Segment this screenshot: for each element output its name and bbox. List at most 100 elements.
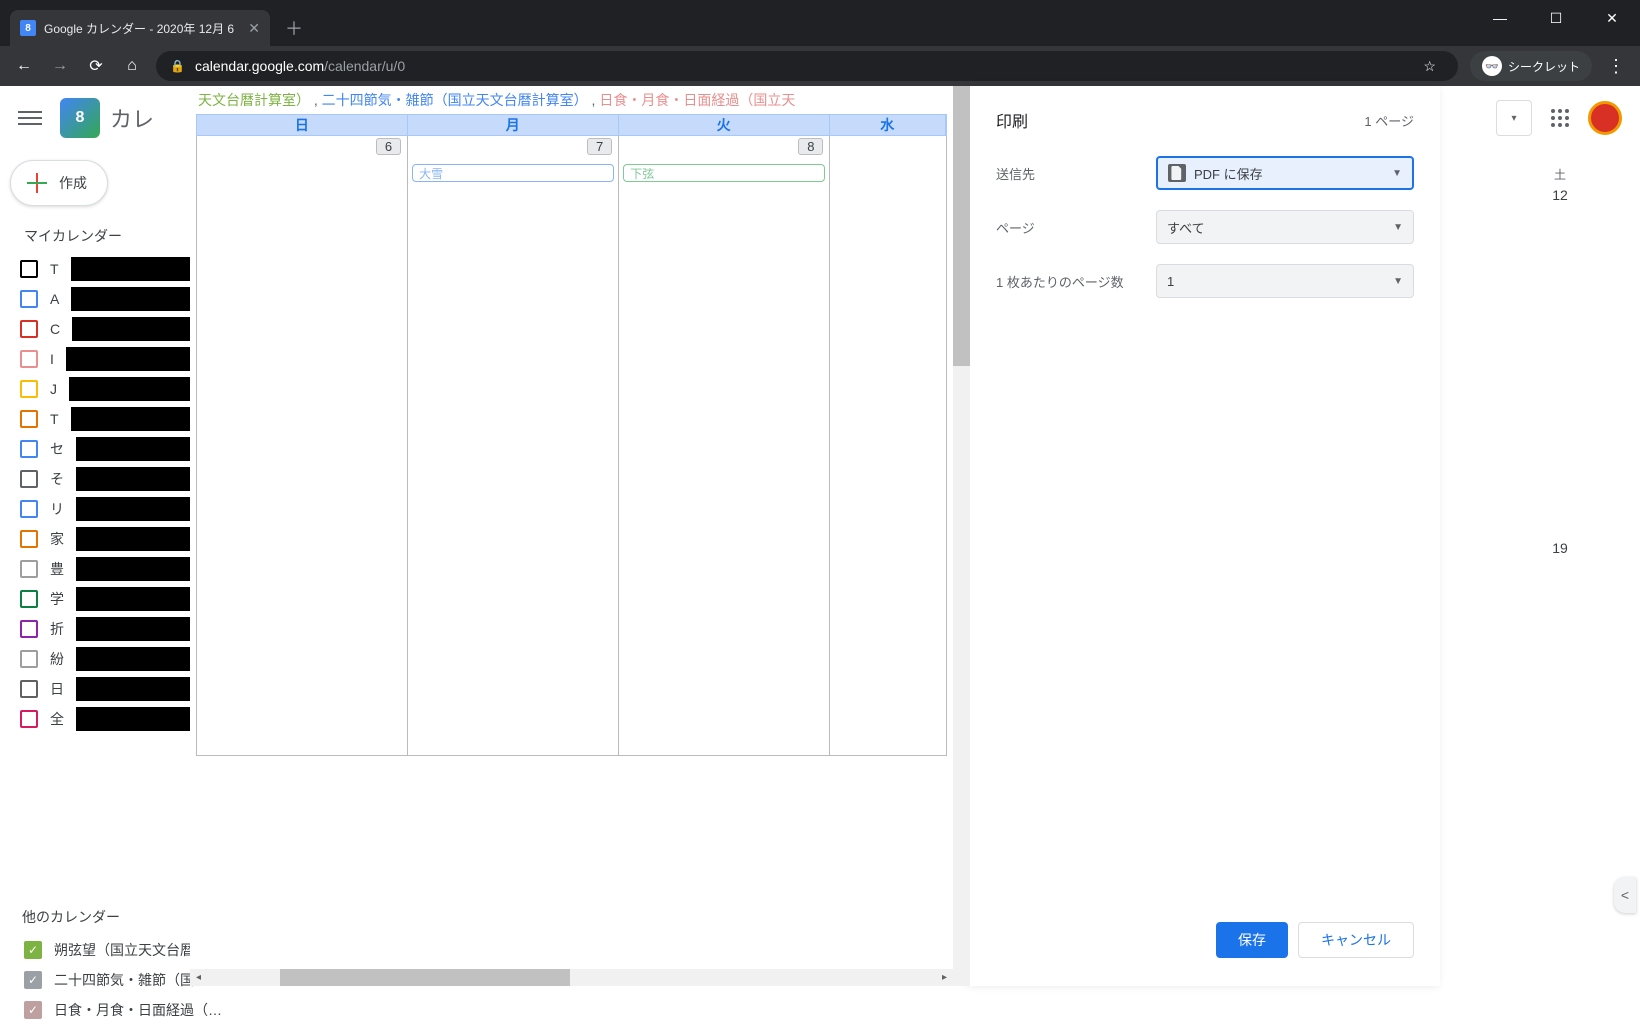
date-sun: 6 — [376, 138, 401, 155]
scroll-left-icon[interactable]: ◂ — [190, 969, 207, 986]
preview-document: 天文台暦計算室） , 二十四節気・雑節（国立天文台暦計算室） , 日食・月食・日… — [196, 86, 947, 963]
tab-close-icon[interactable]: ✕ — [248, 20, 260, 37]
menu-icon[interactable] — [18, 106, 42, 130]
other-calendar-item[interactable]: 日食・月食・日面経過（… — [24, 995, 254, 1025]
calendar-prefix: 家 — [50, 529, 64, 549]
calendar-checkbox[interactable] — [20, 350, 38, 368]
nav-forward-icon[interactable]: → — [42, 50, 78, 82]
scroll-right-icon[interactable]: ▸ — [936, 969, 953, 986]
week-body: 6 7 大雪 8 下弦 — [196, 136, 947, 756]
calendar-sources-line: 天文台暦計算室） , 二十四節気・雑節（国立天文台暦計算室） , 日食・月食・日… — [196, 86, 947, 114]
calendar-checkbox[interactable] — [20, 440, 38, 458]
url-host: calendar.google.com — [195, 58, 324, 74]
preview-hscroll-thumb[interactable] — [280, 969, 570, 986]
calendar-prefix: T — [50, 261, 59, 277]
nav-back-icon[interactable]: ← — [6, 50, 42, 82]
calendar-prefix: セ — [50, 439, 64, 459]
calendar-prefix: 日 — [50, 679, 64, 699]
address-bar[interactable]: 🔒 calendar.google.com/calendar/u/0 ☆ — [156, 51, 1458, 81]
bookmark-star-icon[interactable]: ☆ — [1423, 58, 1436, 75]
nav-reload-icon[interactable]: ⟳ — [78, 50, 114, 82]
calendar-checkbox[interactable] — [24, 941, 42, 959]
destination-label: 送信先 — [996, 164, 1156, 183]
view-select-button[interactable]: ▾ — [1496, 100, 1532, 136]
calendar-checkbox[interactable] — [24, 1001, 42, 1019]
app-title: カレ — [110, 102, 154, 134]
calendar-prefix: C — [50, 321, 60, 337]
calendar-checkbox[interactable] — [20, 290, 38, 308]
chevron-down-icon: ▼ — [1392, 168, 1402, 179]
save-button[interactable]: 保存 — [1216, 922, 1288, 958]
calendar-prefix: 全 — [50, 709, 64, 729]
print-page-count: 1 ページ — [1364, 111, 1414, 130]
tab-title: Google カレンダー - 2020年 12月 6 — [44, 20, 242, 37]
print-title: 印刷 — [996, 108, 1028, 132]
calendar-prefix: T — [50, 411, 59, 427]
dow-tue: 火 — [619, 115, 830, 135]
calendar-checkbox[interactable] — [20, 530, 38, 548]
preview-vscroll-thumb[interactable] — [953, 86, 970, 366]
lock-icon: 🔒 — [170, 59, 185, 73]
calendar-label: 日食・月食・日面経過（… — [54, 1000, 222, 1020]
redacted-text — [71, 257, 210, 281]
source-1: 天文台暦計算室） — [198, 92, 310, 108]
print-dialog: ◂ ▸ 天文台暦計算室） , 二十四節気・雑節（国立天文台暦計算室） , 日食・… — [190, 86, 1440, 986]
new-tab-button[interactable]: ＋ — [280, 14, 308, 42]
calendar-logo-icon: 8 — [60, 98, 100, 138]
dow-sun: 日 — [197, 115, 408, 135]
weekday-sat-col: 土 12 — [1500, 166, 1620, 203]
pages-per-sheet-label: 1 枚あたりのページ数 — [996, 272, 1156, 291]
calendar-checkbox[interactable] — [20, 560, 38, 578]
cancel-button[interactable]: キャンセル — [1298, 922, 1414, 958]
nav-home-icon[interactable]: ⌂ — [114, 50, 150, 82]
week-day-header: 日 月 火 水 — [196, 114, 947, 136]
url-path: /calendar/u/0 — [324, 58, 405, 74]
calendar-checkbox[interactable] — [20, 650, 38, 668]
account-avatar[interactable] — [1588, 101, 1622, 135]
incognito-icon: 👓 — [1482, 56, 1502, 76]
calendar-prefix: 折 — [50, 619, 64, 639]
window-minimize-icon[interactable]: ― — [1472, 0, 1528, 36]
event-kagen: 下弦 — [623, 164, 825, 182]
col-tue: 8 下弦 — [619, 136, 830, 755]
calendar-checkbox[interactable] — [24, 971, 42, 989]
pages-per-sheet-select[interactable]: 1 ▼ — [1156, 264, 1414, 298]
dow-mon: 月 — [408, 115, 619, 135]
pages-label: ページ — [996, 218, 1156, 237]
side-panel-toggle-icon[interactable]: < — [1614, 877, 1636, 913]
calendar-prefix: J — [50, 381, 57, 397]
destination-select[interactable]: PDF に保存 ▼ — [1156, 156, 1414, 190]
calendar-checkbox[interactable] — [20, 410, 38, 428]
window-maximize-icon[interactable]: ☐ — [1528, 0, 1584, 36]
pages-value: すべて — [1167, 218, 1205, 237]
weekday-next-col: 19 — [1500, 536, 1620, 556]
calendar-checkbox[interactable] — [20, 680, 38, 698]
calendar-checkbox[interactable] — [20, 260, 38, 278]
calendar-checkbox[interactable] — [20, 320, 38, 338]
calendar-checkbox[interactable] — [20, 380, 38, 398]
pages-select[interactable]: すべて ▼ — [1156, 210, 1414, 244]
create-button[interactable]: 作成 — [10, 160, 108, 206]
dow-wed: 水 — [830, 115, 946, 135]
google-apps-icon[interactable] — [1540, 98, 1580, 138]
calendar-checkbox[interactable] — [20, 710, 38, 728]
incognito-badge[interactable]: 👓 シークレット — [1470, 51, 1592, 81]
calendar-prefix: I — [50, 351, 54, 367]
calendar-prefix: そ — [50, 469, 64, 489]
event-taisetsu: 大雪 — [412, 164, 614, 182]
window-close-icon[interactable]: ✕ — [1584, 0, 1640, 36]
calendar-prefix: A — [50, 291, 59, 307]
calendar-checkbox[interactable] — [20, 620, 38, 638]
col-mon: 7 大雪 — [408, 136, 619, 755]
browser-tab[interactable]: 8 Google カレンダー - 2020年 12月 6 ✕ — [10, 10, 270, 46]
calendar-checkbox[interactable] — [20, 470, 38, 488]
chrome-menu-icon[interactable]: ⋮ — [1598, 56, 1634, 77]
redacted-text — [69, 377, 210, 401]
browser-toolbar: ← → ⟳ ⌂ 🔒 calendar.google.com/calendar/u… — [0, 46, 1640, 86]
calendar-checkbox[interactable] — [20, 500, 38, 518]
calendar-checkbox[interactable] — [20, 590, 38, 608]
source-3: 日食・月食・日面経過（国立天 — [599, 92, 795, 108]
chevron-down-icon: ▼ — [1393, 222, 1403, 233]
tab-favicon: 8 — [20, 20, 36, 36]
chevron-down-icon: ▼ — [1393, 276, 1403, 287]
